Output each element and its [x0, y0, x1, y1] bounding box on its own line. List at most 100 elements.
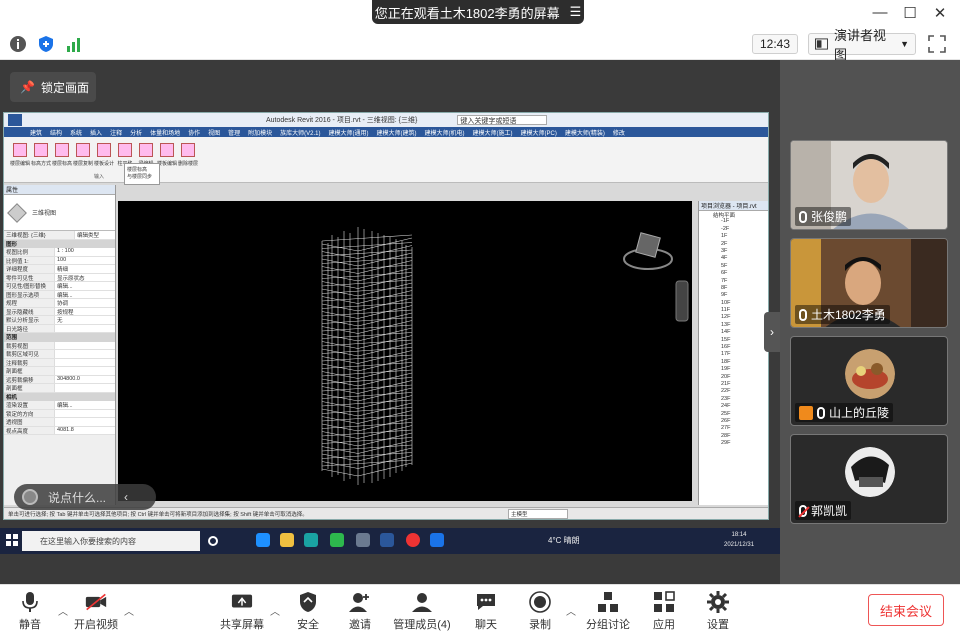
- revit-menu-item[interactable]: 视图: [208, 128, 220, 137]
- property-row[interactable]: 锁定的方向: [4, 409, 115, 418]
- collapse-panel-button[interactable]: ›: [764, 312, 780, 352]
- property-row[interactable]: 视点高度 4081.8: [4, 426, 115, 435]
- property-value[interactable]: [54, 324, 115, 332]
- revit-menu-item[interactable]: 建模大师(施工): [473, 128, 513, 137]
- revit-menu-item[interactable]: 建模大师(精装): [565, 128, 605, 137]
- apps-button[interactable]: 应用: [634, 591, 694, 635]
- property-row[interactable]: 详细程度 精细: [4, 265, 115, 274]
- folder-icon[interactable]: [280, 533, 294, 547]
- browser-item[interactable]: 16F: [699, 344, 768, 351]
- revit-menu-item[interactable]: 建模大师(通用): [329, 128, 369, 137]
- property-row[interactable]: 比例值 1: 100: [4, 256, 115, 265]
- revit-menu-item[interactable]: 修改: [613, 128, 625, 137]
- revit-menu-item[interactable]: 建模大师(PC): [521, 128, 557, 137]
- participant-tile[interactable]: 山上的丘陵: [790, 336, 948, 426]
- browser-item[interactable]: 4F: [699, 255, 768, 262]
- info-icon[interactable]: [9, 35, 27, 53]
- revit-menu-item[interactable]: 分析: [130, 128, 142, 137]
- revit-menu-item[interactable]: 建模大师(机电): [425, 128, 465, 137]
- cortana-icon[interactable]: [208, 536, 218, 546]
- tencent-meeting-icon[interactable]: [430, 533, 444, 547]
- browser-item[interactable]: 18F: [699, 359, 768, 366]
- signal-icon[interactable]: [65, 35, 83, 53]
- browser-item[interactable]: 10F: [699, 300, 768, 307]
- edit-type-button[interactable]: 编辑类型: [74, 231, 115, 239]
- property-row[interactable]: 图形显示选项 编辑...: [4, 290, 115, 299]
- browser-item[interactable]: 20F: [699, 374, 768, 381]
- shield-icon[interactable]: [37, 35, 55, 53]
- 3d-viewport[interactable]: [118, 201, 692, 501]
- breakout-button[interactable]: 分组讨论: [578, 591, 638, 635]
- start-video-button[interactable]: 开启视频: [66, 591, 126, 635]
- property-row[interactable]: 默认分析显示 无: [4, 316, 115, 325]
- property-row[interactable]: 剖面框: [4, 384, 115, 393]
- property-value[interactable]: 100: [54, 256, 115, 264]
- property-group[interactable]: 图形: [4, 239, 115, 248]
- chevron-up-icon[interactable]: ︿: [124, 603, 134, 618]
- property-row[interactable]: 裁剪视图: [4, 341, 115, 350]
- share-screen-button[interactable]: 共享屏幕: [212, 591, 272, 635]
- wechat-icon[interactable]: [330, 533, 344, 547]
- property-value[interactable]: 4081.8: [54, 426, 115, 434]
- property-value[interactable]: 304800.0: [54, 375, 115, 383]
- property-value[interactable]: [54, 350, 115, 358]
- property-row[interactable]: 日光路径: [4, 324, 115, 333]
- say-something-input[interactable]: 说点什么... ‹: [14, 484, 156, 510]
- revit-menu-item[interactable]: 族库大师(V2.1): [280, 128, 320, 137]
- revit-menu-item[interactable]: 结构: [50, 128, 62, 137]
- chevron-left-icon[interactable]: ‹: [124, 490, 128, 504]
- property-value[interactable]: 精细: [54, 265, 115, 273]
- app-icon[interactable]: [356, 533, 370, 547]
- chevron-up-icon[interactable]: ︿: [566, 603, 576, 618]
- browser-item[interactable]: 28F: [699, 433, 768, 440]
- property-value[interactable]: 显示原状态: [54, 273, 115, 281]
- property-row[interactable]: 渲染设置 编辑...: [4, 401, 115, 410]
- browser-item[interactable]: 26F: [699, 418, 768, 425]
- property-group[interactable]: 范围: [4, 333, 115, 342]
- taskbar-weather[interactable]: 4°C 晴朗: [548, 535, 580, 546]
- record-button[interactable]: 录制: [510, 591, 570, 635]
- browser-item[interactable]: 7F: [699, 278, 768, 285]
- property-value[interactable]: [54, 409, 115, 417]
- browser-item[interactable]: 1F: [699, 233, 768, 240]
- browser-item[interactable]: 25F: [699, 411, 768, 418]
- browser-item[interactable]: 结构平面: [699, 211, 768, 219]
- revit-menu-item[interactable]: 建模大师(建筑): [377, 128, 417, 137]
- status-model[interactable]: 主模型: [508, 508, 568, 519]
- browser-item[interactable]: 22F: [699, 388, 768, 395]
- browser-item[interactable]: 13F: [699, 322, 768, 329]
- manage-members-button[interactable]: 管理成员(4): [392, 591, 452, 635]
- mute-button[interactable]: 静音: [0, 591, 60, 635]
- property-value[interactable]: 编辑...: [54, 290, 115, 298]
- ribbon-button[interactable]: 删除楼层: [176, 141, 200, 177]
- browser-item[interactable]: 19F: [699, 366, 768, 373]
- property-group[interactable]: 相机: [4, 392, 115, 401]
- browser-item[interactable]: 2F: [699, 241, 768, 248]
- property-value[interactable]: [54, 341, 115, 349]
- browser-item[interactable]: 17F: [699, 351, 768, 358]
- property-value[interactable]: 1 : 100: [54, 248, 115, 256]
- property-row[interactable]: 透视图: [4, 418, 115, 427]
- property-row[interactable]: 裁剪区域可见: [4, 350, 115, 359]
- dropdown-item[interactable]: 与楼层同步: [127, 173, 157, 180]
- revit-taskbar-icon[interactable]: [380, 533, 394, 547]
- invite-button[interactable]: 邀请: [330, 591, 390, 635]
- browser-item[interactable]: 8F: [699, 285, 768, 292]
- share-banner[interactable]: 您正在观看土木1802李勇的屏幕 ☰: [372, 0, 584, 24]
- property-value[interactable]: 无: [54, 316, 115, 324]
- edge-icon[interactable]: [256, 533, 270, 547]
- browser-item[interactable]: 15F: [699, 337, 768, 344]
- property-value[interactable]: [54, 358, 115, 366]
- view-mode-dropdown[interactable]: 演讲者视图 ▼: [808, 28, 916, 62]
- revit-menu-item[interactable]: 插入: [90, 128, 102, 137]
- browser-item[interactable]: 3F: [699, 248, 768, 255]
- property-row[interactable]: 视图比例 1 : 100: [4, 248, 115, 257]
- browser-item[interactable]: 24F: [699, 403, 768, 410]
- lock-view-button[interactable]: 📌 锁定画面: [10, 72, 96, 102]
- taskbar-search-input[interactable]: 在这里输入你要搜索的内容: [22, 531, 200, 551]
- revit-menu-item[interactable]: 附加模块: [248, 128, 272, 137]
- browser-item[interactable]: -2F: [699, 226, 768, 233]
- property-row[interactable]: 显示隐藏线 按规程: [4, 307, 115, 316]
- browser-item[interactable]: 14F: [699, 329, 768, 336]
- revit-menu-item[interactable]: 建筑: [30, 128, 42, 137]
